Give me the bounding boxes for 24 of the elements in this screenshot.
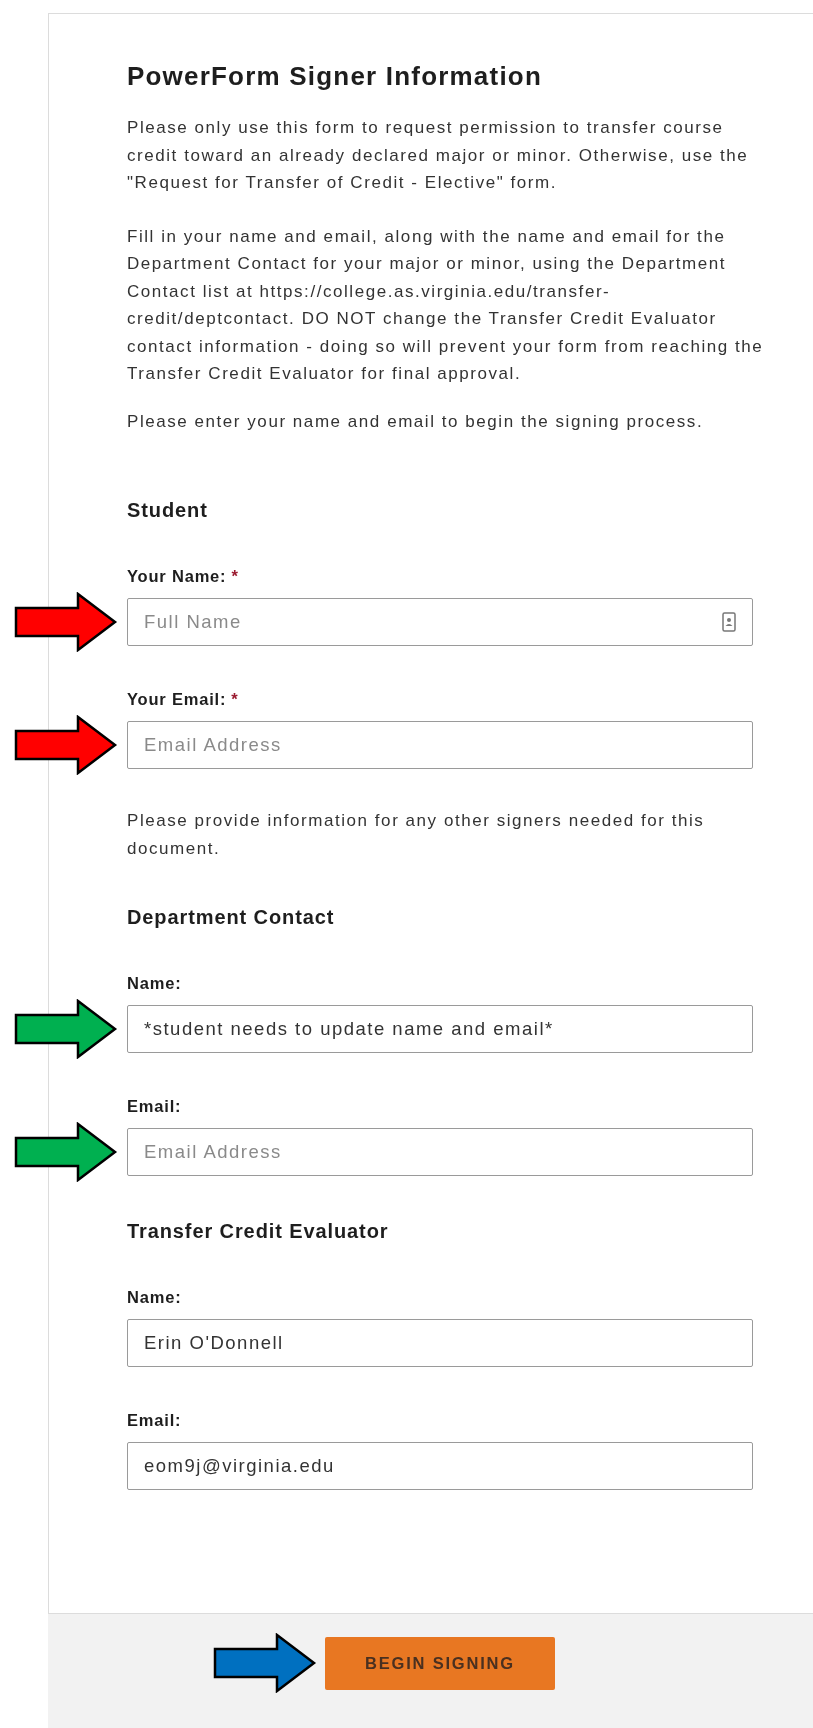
text-field[interactable]: Full Name xyxy=(127,598,753,646)
required-mark: * xyxy=(231,567,239,585)
required-mark: * xyxy=(231,690,239,708)
section-heading: Student xyxy=(127,498,209,523)
field-label: Name: xyxy=(127,1288,182,1306)
text-field[interactable]: eom9j@virginia.edu xyxy=(127,1442,753,1490)
text-field[interactable]: Email Address xyxy=(127,721,753,769)
field-label: Email: xyxy=(127,1097,182,1115)
text-field[interactable]: *student needs to update name and email* xyxy=(127,1005,753,1053)
field-label: Your Email: xyxy=(127,690,227,708)
note-text: Please provide information for any other signers needed for this document. xyxy=(127,810,706,860)
instructions-text: Please enter your name and email to begin the signing process. xyxy=(127,410,705,433)
instructions-text: Fill in your name and email, along with the name and email for the Department Contact for your major or minor, using the Department Contact list at https://college.as.virginia.edu/transfer-credit/deptcontact. DO NOT change the Transfer Credit Evaluator contact information - doing so will prevent your form from reaching the Transfer Credit Evaluator for final approval. xyxy=(127,225,765,385)
instructions-text: Please only use this form to request permission to transfer course credit toward an already declared major or minor. Otherwise, use the "Request for Transfer of Credit - Elective" form. xyxy=(127,117,750,194)
text-field[interactable]: Erin O'Donnell xyxy=(127,1319,753,1367)
contact-card-icon[interactable] xyxy=(722,612,736,632)
begin-signing-button[interactable]: BEGIN SIGNING xyxy=(325,1637,555,1690)
field-label: Your Name: xyxy=(127,567,227,585)
field-label: Email: xyxy=(127,1411,182,1429)
field-label: Name: xyxy=(127,974,182,992)
section-heading: Department Contact xyxy=(127,905,336,930)
text-field[interactable]: Email Address xyxy=(127,1128,753,1176)
form-title: PowerForm Signer Information xyxy=(127,60,543,92)
section-heading: Transfer Credit Evaluator xyxy=(127,1219,390,1244)
